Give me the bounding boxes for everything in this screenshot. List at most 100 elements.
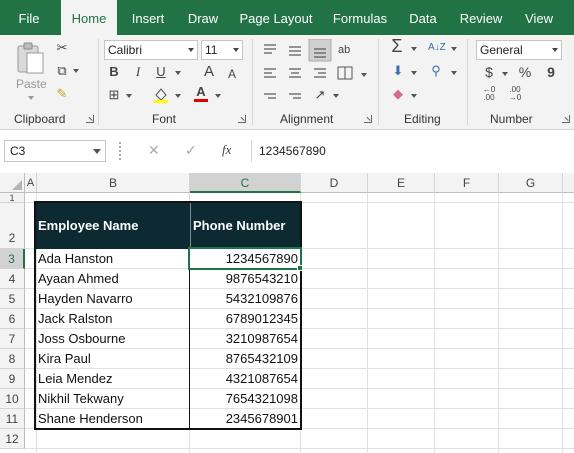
fill-color-dropdown-icon[interactable] bbox=[175, 94, 181, 98]
row-header-9[interactable]: 9 bbox=[0, 369, 25, 389]
font-size-value: 11 bbox=[205, 43, 218, 57]
tab-formulas[interactable]: Formulas bbox=[328, 0, 392, 35]
number-format-select[interactable]: General bbox=[476, 40, 562, 60]
column-header-h[interactable] bbox=[563, 173, 574, 193]
group-divider bbox=[252, 39, 253, 125]
formula-controls: ✕ ✓ fx bbox=[135, 140, 247, 162]
copy-dropdown-icon[interactable] bbox=[73, 69, 79, 73]
orientation-dropdown-icon[interactable] bbox=[333, 94, 339, 98]
tab-file[interactable]: File bbox=[8, 0, 50, 35]
fill-icon[interactable]: ⬇ bbox=[390, 63, 406, 79]
tab-data[interactable]: Data bbox=[403, 0, 443, 35]
clipboard-group-label: Clipboard bbox=[14, 112, 66, 126]
column-header-f[interactable]: F bbox=[435, 173, 499, 193]
svg-text:ab: ab bbox=[338, 44, 350, 56]
insert-function-icon[interactable]: fx bbox=[222, 142, 231, 158]
row-header-7[interactable]: 7 bbox=[0, 329, 25, 349]
font-name-value: Calibri bbox=[108, 43, 143, 57]
active-cell-outline bbox=[188, 247, 302, 270]
bold-button[interactable]: B bbox=[108, 64, 120, 80]
column-header-a[interactable]: A bbox=[25, 173, 37, 193]
increase-decimal-icon[interactable]: ←0.00 bbox=[480, 86, 498, 102]
tab-review[interactable]: Review bbox=[455, 0, 507, 35]
sort-filter-icon[interactable]: A↓Z bbox=[428, 40, 446, 56]
borders-dropdown-icon[interactable] bbox=[126, 94, 132, 98]
paste-icon bbox=[17, 42, 44, 74]
decrease-decimal-icon[interactable]: .00 →0 bbox=[506, 86, 524, 102]
column-header-d[interactable]: D bbox=[301, 173, 368, 193]
autosum-icon[interactable]: Σ bbox=[388, 37, 406, 55]
find-select-icon[interactable]: ⚲ bbox=[428, 63, 444, 79]
name-box[interactable]: C3 bbox=[4, 140, 106, 162]
clear-icon[interactable]: ◆ bbox=[390, 86, 406, 102]
tab-view[interactable]: View bbox=[518, 0, 560, 35]
tab-page-layout[interactable]: Page Layout bbox=[236, 0, 316, 35]
group-divider bbox=[378, 39, 379, 125]
find-select-dropdown-icon[interactable] bbox=[451, 71, 457, 75]
row-header-2[interactable]: 2 bbox=[0, 203, 25, 249]
row-header-4[interactable]: 4 bbox=[0, 269, 25, 289]
orientation-icon[interactable]: ↗ bbox=[312, 87, 328, 103]
column-header-g[interactable]: G bbox=[499, 173, 563, 193]
font-size-select[interactable]: 11 bbox=[201, 40, 243, 60]
font-group-label: Font bbox=[152, 112, 177, 126]
fill-handle[interactable] bbox=[297, 265, 303, 271]
decrease-font-icon[interactable]: A bbox=[226, 66, 238, 82]
row-header-1[interactable]: 1 bbox=[0, 193, 25, 203]
formula-input[interactable]: 1234567890 bbox=[251, 140, 574, 162]
font-name-select[interactable]: Calibri bbox=[104, 40, 198, 60]
font-color-dropdown-icon[interactable] bbox=[215, 94, 221, 98]
sort-filter-dropdown-icon[interactable] bbox=[451, 47, 457, 51]
tab-insert[interactable]: Insert bbox=[124, 0, 172, 35]
format-painter-icon[interactable]: ✎ bbox=[54, 86, 70, 102]
fill-color-icon[interactable] bbox=[152, 86, 170, 108]
row-header-12[interactable]: 12 bbox=[0, 429, 25, 449]
autosum-dropdown-icon[interactable] bbox=[411, 47, 417, 51]
font-launcher-icon[interactable] bbox=[238, 115, 246, 123]
enter-icon[interactable]: ✓ bbox=[185, 142, 197, 159]
clipboard-launcher-icon[interactable] bbox=[86, 115, 94, 123]
comma-style-button[interactable]: 9 bbox=[544, 64, 558, 80]
font-color-icon[interactable]: A bbox=[193, 84, 209, 102]
underline-button[interactable]: U bbox=[155, 64, 167, 80]
ribbon: Paste ✂ ⧉ ✎ Clipboard Calibri 11 B I U A… bbox=[0, 35, 574, 130]
currency-button[interactable]: $ bbox=[482, 64, 496, 80]
column-header-b[interactable]: B bbox=[37, 173, 190, 193]
tab-home[interactable]: Home bbox=[61, 0, 117, 36]
paste-button[interactable]: Paste bbox=[10, 39, 50, 101]
column-header-e[interactable]: E bbox=[368, 173, 435, 193]
row-header-10[interactable]: 10 bbox=[0, 389, 25, 409]
percent-button[interactable]: % bbox=[518, 64, 532, 80]
copy-icon[interactable]: ⧉ bbox=[54, 63, 70, 79]
column-header-c[interactable]: C bbox=[190, 173, 301, 193]
group-divider bbox=[467, 39, 468, 125]
formula-bar-grip-icon[interactable] bbox=[119, 142, 122, 160]
borders-icon[interactable]: ⊞ bbox=[106, 87, 122, 103]
paste-dropdown-icon bbox=[28, 96, 34, 100]
select-all-corner[interactable] bbox=[0, 173, 25, 193]
table-border bbox=[34, 201, 302, 430]
fill-dropdown-icon[interactable] bbox=[411, 71, 417, 75]
number-group-label: Number bbox=[490, 112, 533, 126]
underline-dropdown-icon[interactable] bbox=[175, 71, 181, 75]
row-header-5[interactable]: 5 bbox=[0, 289, 25, 309]
increase-font-icon[interactable]: A bbox=[202, 64, 216, 80]
tab-draw[interactable]: Draw bbox=[181, 0, 225, 35]
row-header-8[interactable]: 8 bbox=[0, 349, 25, 369]
clear-dropdown-icon[interactable] bbox=[411, 94, 417, 98]
cancel-icon[interactable]: ✕ bbox=[148, 142, 160, 159]
alignment-group-label: Alignment bbox=[280, 112, 334, 126]
italic-button[interactable]: I bbox=[132, 64, 144, 80]
row-header-6[interactable]: 6 bbox=[0, 309, 25, 329]
currency-dropdown-icon[interactable] bbox=[502, 72, 508, 76]
row-header-11[interactable]: 11 bbox=[0, 409, 25, 429]
name-box-value: C3 bbox=[10, 144, 26, 158]
row-header-3[interactable]: 3 bbox=[0, 249, 25, 269]
alignment-launcher-icon[interactable] bbox=[364, 115, 372, 123]
number-format-value: General bbox=[480, 43, 523, 57]
cut-icon[interactable]: ✂ bbox=[54, 40, 70, 56]
number-launcher-icon[interactable] bbox=[562, 115, 570, 123]
ribbon-tab-bar: File Home Insert Draw Page Layout Formul… bbox=[0, 0, 574, 36]
formula-bar: C3 ✕ ✓ fx 1234567890 bbox=[0, 131, 574, 171]
merge-dropdown-icon[interactable] bbox=[361, 73, 367, 77]
